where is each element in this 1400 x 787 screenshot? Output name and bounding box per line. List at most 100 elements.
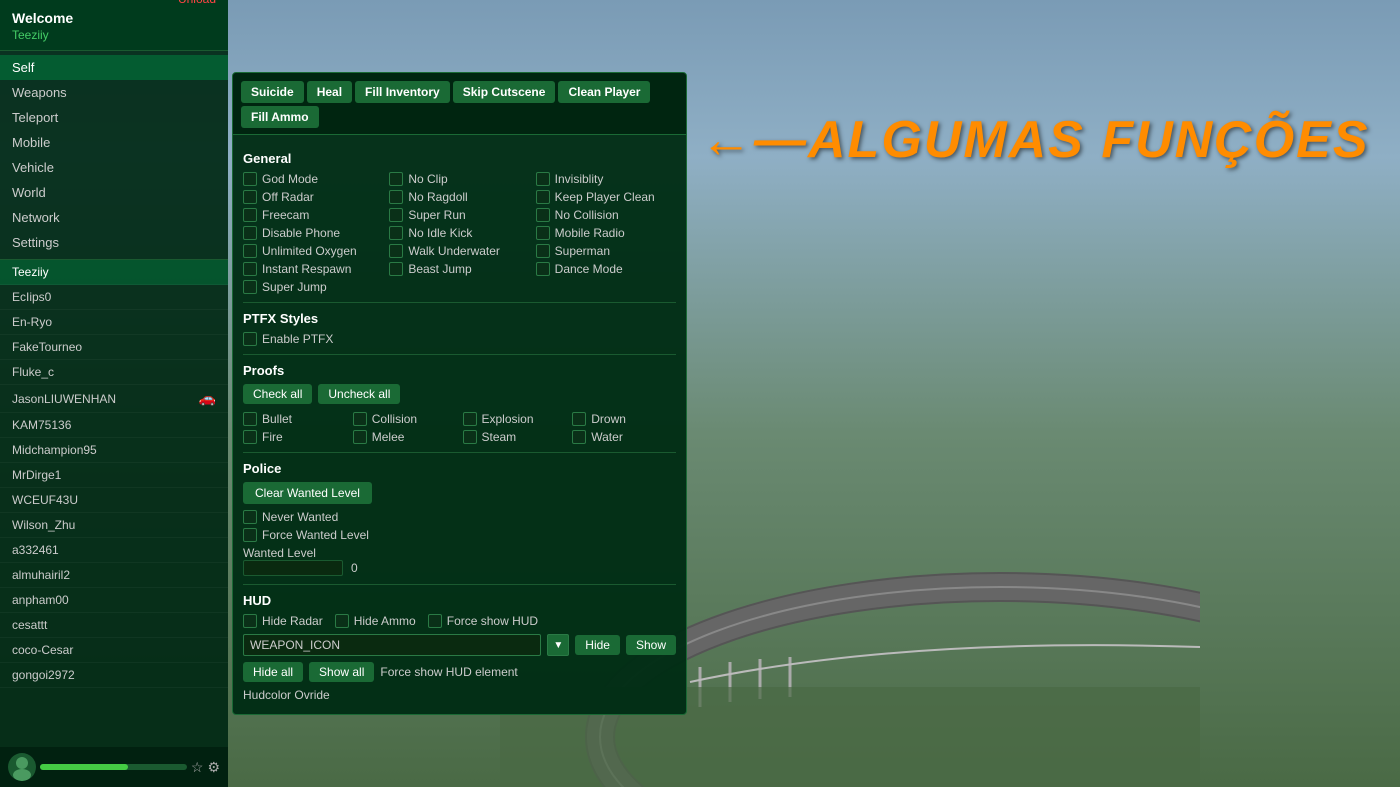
general-option-10[interactable]: No Idle Kick	[389, 226, 529, 240]
unload-button[interactable]: Unload	[178, 0, 216, 6]
general-option-11[interactable]: Mobile Radio	[536, 226, 676, 240]
general-option-12[interactable]: Unlimited Oxygen	[243, 244, 383, 258]
player-item[interactable]: anpham00	[0, 588, 228, 613]
police-option-never-wanted[interactable]: Never Wanted	[243, 510, 676, 524]
player-item[interactable]: Teeziiy	[0, 260, 228, 285]
hud-option-hide-ammo[interactable]: Hide Ammo	[335, 614, 416, 628]
proof-option-fire[interactable]: Fire	[243, 430, 347, 444]
player-item[interactable]: KAM75136	[0, 413, 228, 438]
player-item[interactable]: coco-Cesar	[0, 638, 228, 663]
checkbox-13[interactable]	[389, 244, 403, 258]
general-option-2[interactable]: Invisiblity	[536, 172, 676, 186]
checkbox-16[interactable]	[389, 262, 403, 276]
tab-heal[interactable]: Heal	[307, 81, 352, 103]
proof-option-drown[interactable]: Drown	[572, 412, 676, 426]
checkbox-3[interactable]	[243, 190, 257, 204]
proof-checkbox-6[interactable]	[463, 430, 477, 444]
hud-checkbox-2[interactable]	[428, 614, 442, 628]
proof-checkbox-4[interactable]	[243, 430, 257, 444]
checkbox-9[interactable]	[243, 226, 257, 240]
player-item[interactable]: Midchampion95	[0, 438, 228, 463]
general-option-14[interactable]: Superman	[536, 244, 676, 258]
hud-checkbox-1[interactable]	[335, 614, 349, 628]
checkbox-12[interactable]	[243, 244, 257, 258]
police-checkbox-0[interactable]	[243, 510, 257, 524]
checkbox-5[interactable]	[536, 190, 550, 204]
checkbox-19[interactable]	[243, 280, 257, 294]
hud-hide-button[interactable]: Hide	[575, 635, 620, 655]
general-option-9[interactable]: Disable Phone	[243, 226, 383, 240]
player-item[interactable]: JasonLIUWENHAN🚗	[0, 385, 228, 413]
wanted-slider[interactable]	[243, 560, 343, 576]
checkbox-17[interactable]	[536, 262, 550, 276]
proof-checkbox-3[interactable]	[572, 412, 586, 426]
hud-show-button[interactable]: Show	[626, 635, 676, 655]
general-option-6[interactable]: Freecam	[243, 208, 383, 222]
tab-skip-cutscene[interactable]: Skip Cutscene	[453, 81, 556, 103]
checkbox-7[interactable]	[389, 208, 403, 222]
police-option-force-wanted-level[interactable]: Force Wanted Level	[243, 528, 676, 542]
checkbox-8[interactable]	[536, 208, 550, 222]
check-all-button[interactable]: Check all	[243, 384, 312, 404]
checkbox-14[interactable]	[536, 244, 550, 258]
sidebar-nav-item-teleport[interactable]: Teleport	[0, 105, 228, 130]
sidebar-nav-item-mobile[interactable]: Mobile	[0, 130, 228, 155]
tab-fill-inventory[interactable]: Fill Inventory	[355, 81, 450, 103]
general-option-13[interactable]: Walk Underwater	[389, 244, 529, 258]
proof-checkbox-7[interactable]	[572, 430, 586, 444]
tab-fill-ammo[interactable]: Fill Ammo	[241, 106, 319, 128]
player-item[interactable]: EcIips0	[0, 285, 228, 310]
proof-checkbox-5[interactable]	[353, 430, 367, 444]
checkbox-0[interactable]	[243, 172, 257, 186]
tab-suicide[interactable]: Suicide	[241, 81, 304, 103]
proof-option-bullet[interactable]: Bullet	[243, 412, 347, 426]
general-option-7[interactable]: Super Run	[389, 208, 529, 222]
clear-wanted-button[interactable]: Clear Wanted Level	[243, 482, 372, 504]
proof-checkbox-1[interactable]	[353, 412, 367, 426]
uncheck-all-button[interactable]: Uncheck all	[318, 384, 400, 404]
sidebar-nav-item-self[interactable]: Self	[0, 55, 228, 80]
general-option-1[interactable]: No Clip	[389, 172, 529, 186]
checkbox-15[interactable]	[243, 262, 257, 276]
proof-option-steam[interactable]: Steam	[463, 430, 567, 444]
sidebar-nav-item-weapons[interactable]: Weapons	[0, 80, 228, 105]
hud-element-select[interactable]: WEAPON_ICON	[243, 634, 541, 656]
general-option-17[interactable]: Dance Mode	[536, 262, 676, 276]
sidebar-nav-item-world[interactable]: World	[0, 180, 228, 205]
ptfx-checkbox[interactable]	[243, 332, 257, 346]
show-all-button[interactable]: Show all	[309, 662, 374, 682]
proof-option-collision[interactable]: Collision	[353, 412, 457, 426]
proof-option-water[interactable]: Water	[572, 430, 676, 444]
dropdown-arrow-icon[interactable]: ▼	[547, 634, 569, 656]
player-item[interactable]: cesattt	[0, 613, 228, 638]
proof-option-melee[interactable]: Melee	[353, 430, 457, 444]
proof-checkbox-0[interactable]	[243, 412, 257, 426]
general-option-15[interactable]: Instant Respawn	[243, 262, 383, 276]
police-checkbox-1[interactable]	[243, 528, 257, 542]
sidebar-nav-item-vehicle[interactable]: Vehicle	[0, 155, 228, 180]
player-item[interactable]: Fluke_c	[0, 360, 228, 385]
player-item[interactable]: WCEUF43U	[0, 488, 228, 513]
player-item[interactable]: En-Ryo	[0, 310, 228, 335]
hud-option-hide-radar[interactable]: Hide Radar	[243, 614, 323, 628]
checkbox-1[interactable]	[389, 172, 403, 186]
sidebar-nav-item-settings[interactable]: Settings	[0, 230, 228, 255]
player-item[interactable]: Wilson_Zhu	[0, 513, 228, 538]
tab-clean-player[interactable]: Clean Player	[558, 81, 650, 103]
hide-all-button[interactable]: Hide all	[243, 662, 303, 682]
checkbox-6[interactable]	[243, 208, 257, 222]
general-option-19[interactable]: Super Jump	[243, 280, 383, 294]
general-option-4[interactable]: No Ragdoll	[389, 190, 529, 204]
hud-option-force-show-hud[interactable]: Force show HUD	[428, 614, 538, 628]
player-item[interactable]: gongoi2972	[0, 663, 228, 688]
player-item[interactable]: a332461	[0, 538, 228, 563]
proof-checkbox-2[interactable]	[463, 412, 477, 426]
checkbox-4[interactable]	[389, 190, 403, 204]
player-item[interactable]: MrDirge1	[0, 463, 228, 488]
sidebar-nav-item-network[interactable]: Network	[0, 205, 228, 230]
general-option-16[interactable]: Beast Jump	[389, 262, 529, 276]
checkbox-2[interactable]	[536, 172, 550, 186]
player-item[interactable]: FakeTourneo	[0, 335, 228, 360]
checkbox-11[interactable]	[536, 226, 550, 240]
general-option-0[interactable]: God Mode	[243, 172, 383, 186]
